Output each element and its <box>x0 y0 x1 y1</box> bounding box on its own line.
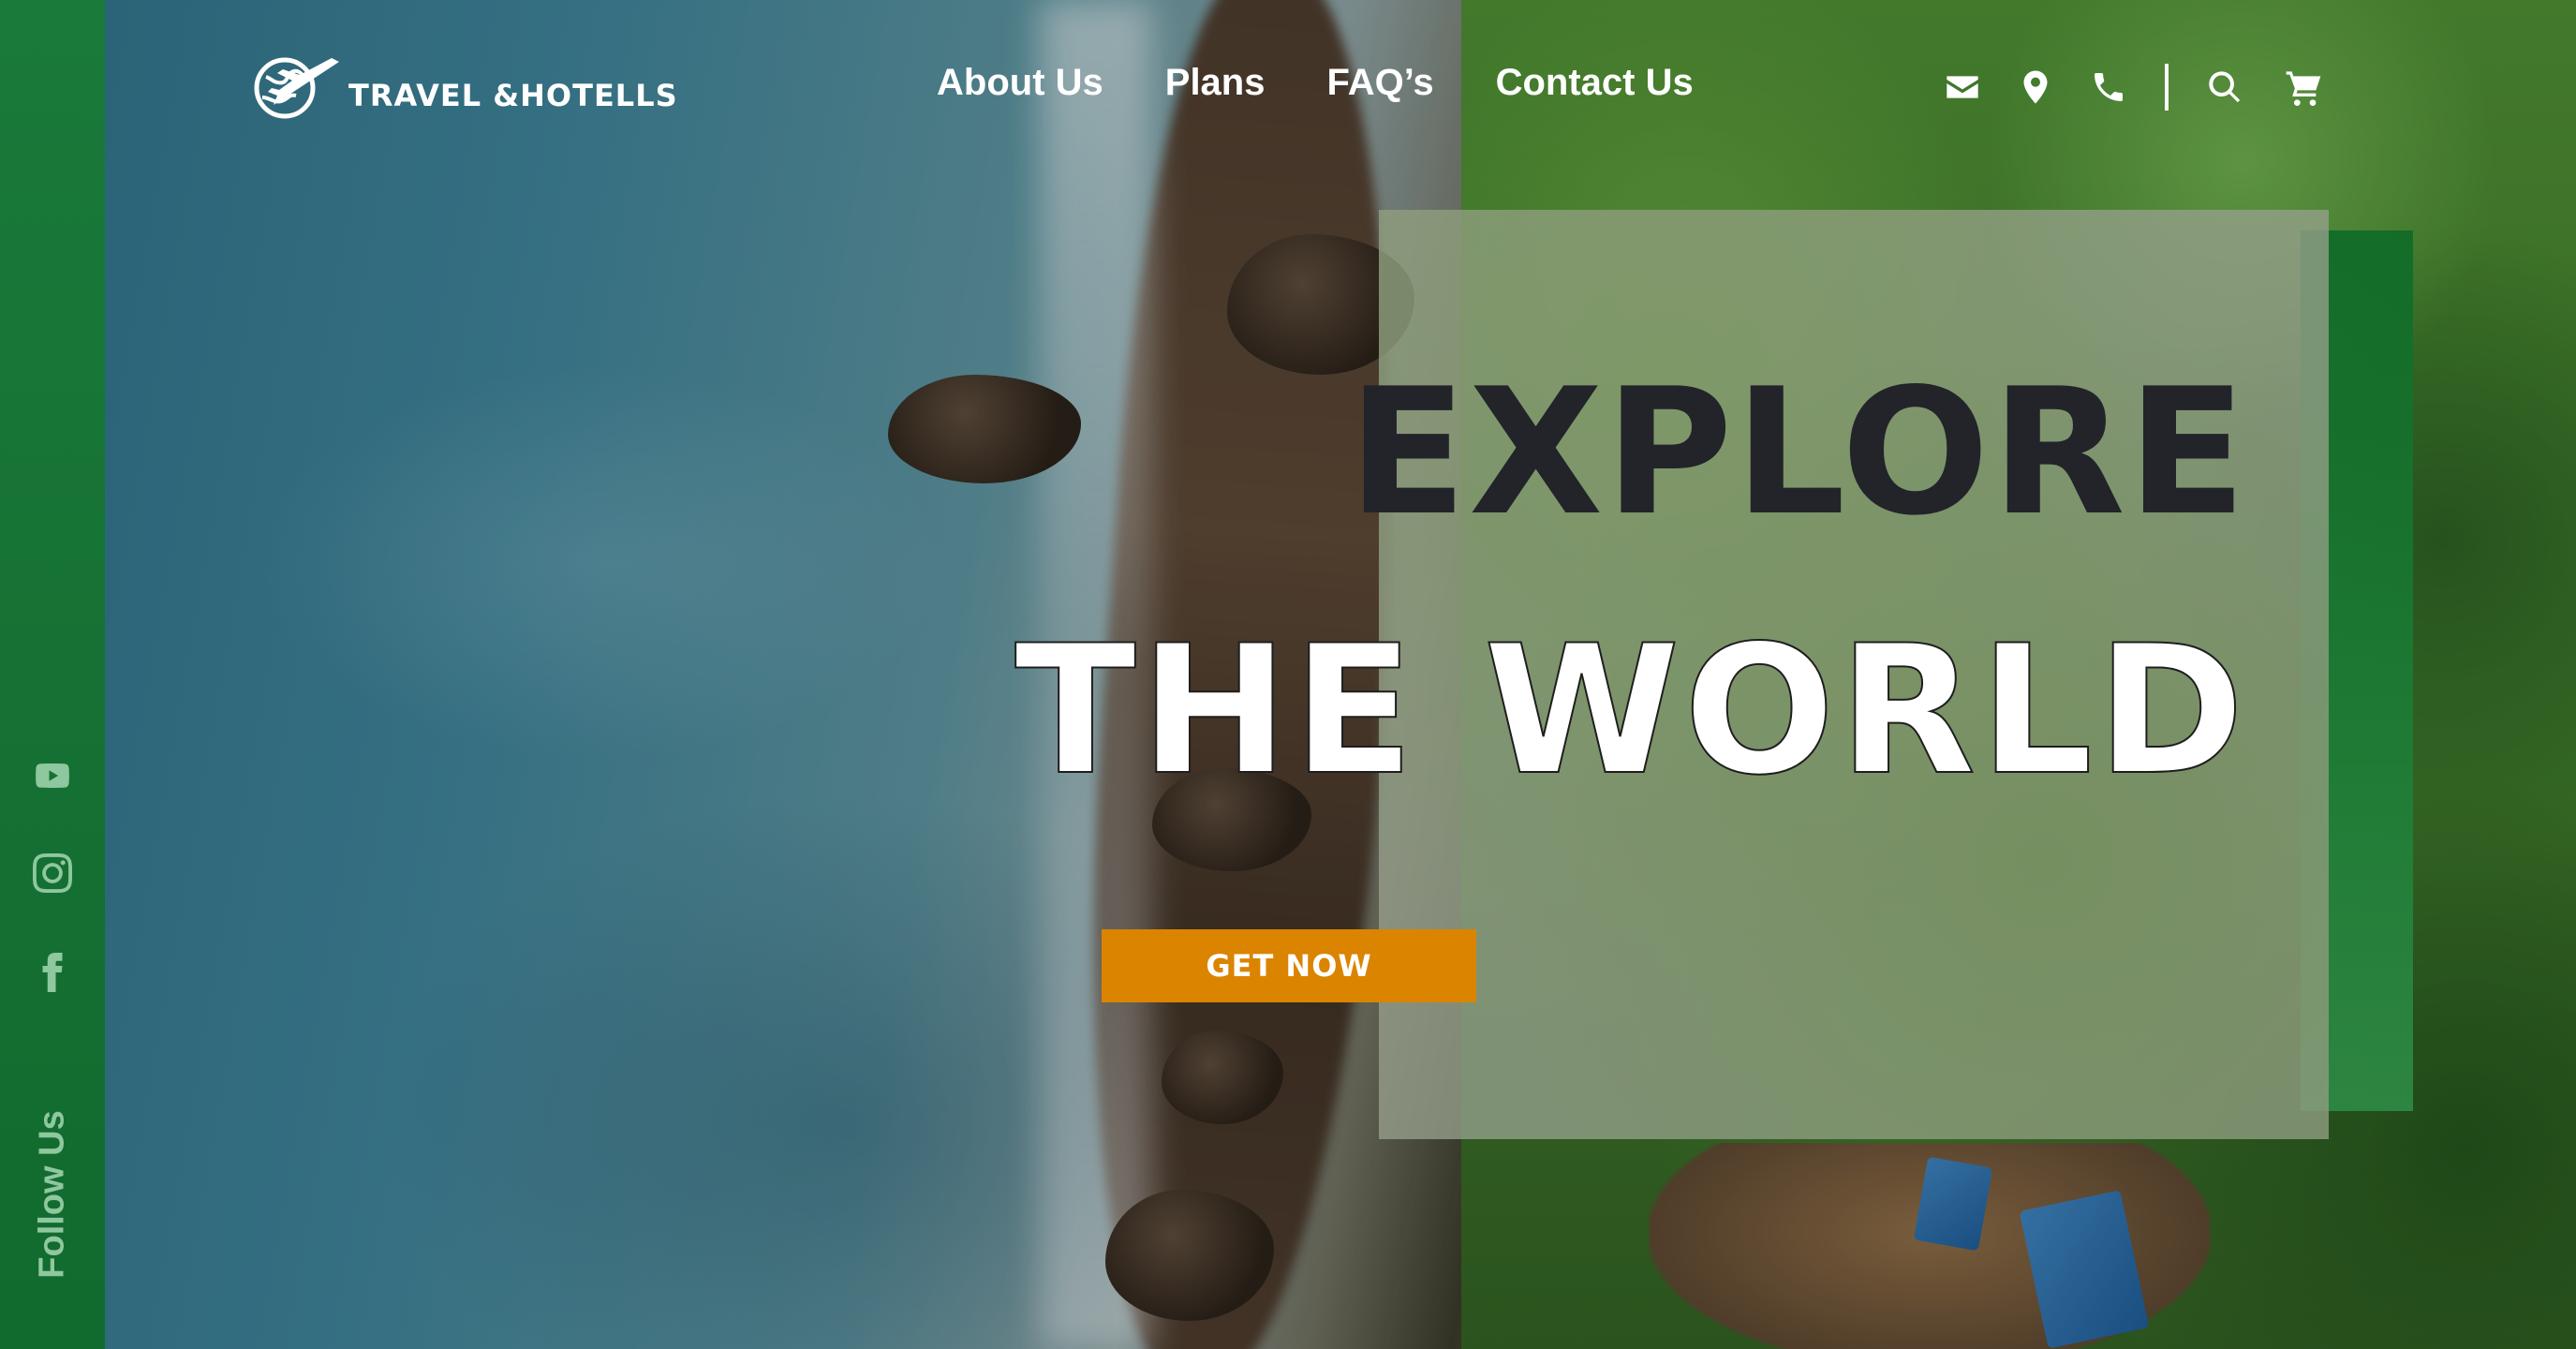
youtube-link[interactable] <box>0 749 105 806</box>
hero-headline-line1: EXPLORE <box>1347 350 2248 554</box>
follow-us-label: Follow Us <box>32 1110 72 1279</box>
hero-headline-line2: THE WORLD <box>1014 607 2248 814</box>
nav-faqs[interactable]: FAQ’s <box>1326 62 1433 104</box>
globe-airplane-icon <box>245 49 343 128</box>
header-tools <box>1944 64 2322 111</box>
envelope-icon[interactable] <box>1944 68 1981 106</box>
facebook-link[interactable] <box>0 946 105 1002</box>
nav-plans[interactable]: Plans <box>1165 62 1266 104</box>
nav-about-us[interactable]: About Us <box>937 62 1103 104</box>
facebook-icon <box>33 952 72 997</box>
cart-icon[interactable] <box>2285 68 2322 106</box>
map-pin-icon[interactable] <box>2017 68 2054 106</box>
social-sidebar: Follow Us <box>0 0 105 1349</box>
nav-contact-us[interactable]: Contact Us <box>1496 62 1694 104</box>
brand-logo[interactable]: TRAVEL &HOTELLS <box>245 49 678 128</box>
instagram-icon <box>33 852 72 897</box>
brand-name: TRAVEL &HOTELLS <box>348 77 678 113</box>
header-divider <box>2165 64 2169 111</box>
get-now-button[interactable]: GET NOW <box>1102 929 1476 1002</box>
phone-icon[interactable] <box>2090 68 2127 106</box>
main-nav: About Us Plans FAQ’s Contact Us <box>937 62 1694 104</box>
search-icon[interactable] <box>2206 68 2243 106</box>
instagram-link[interactable] <box>0 847 105 903</box>
youtube-icon <box>33 756 72 800</box>
